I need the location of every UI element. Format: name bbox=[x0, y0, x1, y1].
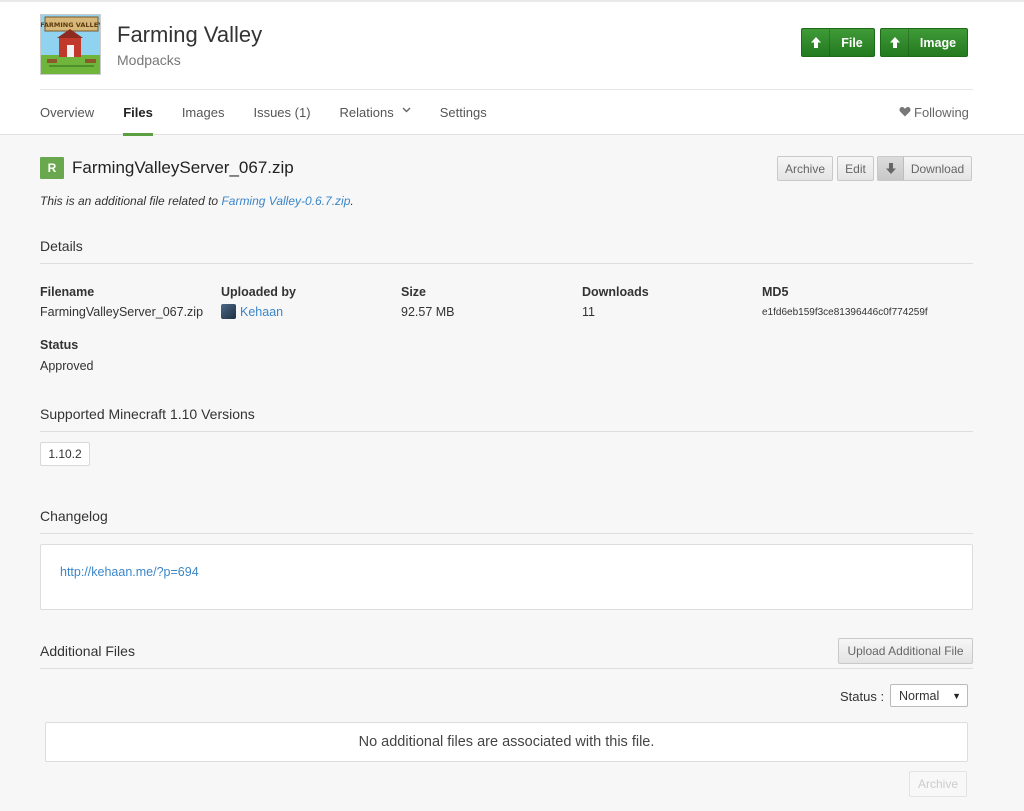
details-divider bbox=[40, 263, 973, 264]
additional-files-heading: Additional Files bbox=[40, 643, 135, 659]
status-filter-label: Status : bbox=[840, 689, 885, 704]
status-filter-select[interactable]: Normal ▼ bbox=[890, 684, 968, 707]
downloads-label: Downloads bbox=[582, 285, 649, 299]
downloads-value: 11 bbox=[582, 305, 595, 319]
tab-issues[interactable]: Issues (1) bbox=[253, 102, 310, 136]
additional-files-divider bbox=[40, 668, 973, 669]
tab-files[interactable]: Files bbox=[123, 102, 153, 136]
tab-images[interactable]: Images bbox=[182, 102, 225, 136]
caret-down-icon: ▼ bbox=[952, 690, 961, 701]
related-file-note: This is an additional file related to Fa… bbox=[40, 194, 354, 208]
uploaded-by-label: Uploaded by bbox=[221, 285, 297, 299]
following-label: Following bbox=[914, 105, 969, 120]
upload-image-label: Image bbox=[919, 35, 957, 50]
edit-button[interactable]: Edit bbox=[837, 156, 874, 181]
download-label: Download bbox=[910, 161, 965, 176]
empty-state-message: No additional files are associated with … bbox=[45, 722, 968, 762]
status-label: Status bbox=[40, 338, 79, 352]
versions-divider bbox=[40, 431, 973, 432]
md5-label: MD5 bbox=[762, 285, 789, 299]
uploader-link[interactable]: Kehaan bbox=[221, 304, 283, 319]
svg-text:FARMING VALLEY: FARMING VALLEY bbox=[41, 21, 101, 29]
project-thumbnail[interactable]: FARMING VALLEY bbox=[40, 14, 101, 75]
uploader-name: Kehaan bbox=[240, 304, 284, 319]
tab-settings[interactable]: Settings bbox=[440, 102, 487, 136]
changelog-box: http://kehaan.me/?p=694 bbox=[40, 544, 973, 610]
upload-file-button[interactable]: File bbox=[801, 28, 875, 57]
project-category[interactable]: Modpacks bbox=[117, 52, 181, 68]
filename-value: FarmingValleyServer_067.zip bbox=[40, 305, 204, 319]
upload-additional-file-button[interactable]: Upload Additional File bbox=[838, 638, 973, 664]
size-label: Size bbox=[401, 285, 427, 299]
tab-overview[interactable]: Overview bbox=[40, 102, 94, 136]
tab-relations-label: Relations bbox=[339, 105, 394, 120]
following-toggle[interactable]: Following bbox=[899, 105, 969, 120]
changelog-divider bbox=[40, 533, 973, 534]
project-title[interactable]: Farming Valley bbox=[117, 22, 262, 48]
release-type-badge: R bbox=[40, 157, 64, 179]
heart-icon bbox=[899, 105, 911, 120]
download-button[interactable]: Download bbox=[877, 156, 972, 181]
archive-button[interactable]: Archive bbox=[777, 156, 833, 181]
tab-relations[interactable]: Relations bbox=[340, 102, 411, 136]
filename-label: Filename bbox=[40, 285, 95, 299]
details-heading: Details bbox=[40, 238, 83, 254]
changelog-heading: Changelog bbox=[40, 508, 108, 524]
avatar bbox=[221, 304, 236, 319]
upload-file-label: File bbox=[841, 35, 863, 50]
version-tag: 1.10.2 bbox=[40, 442, 90, 466]
project-tabs: Overview Files Images Issues (1) Relatio… bbox=[40, 102, 516, 136]
file-name-heading: FarmingValleyServer_067.zip bbox=[72, 158, 294, 177]
archive-selected-button[interactable]: Archive bbox=[909, 771, 967, 797]
arrow-up-icon bbox=[881, 29, 909, 56]
versions-heading: Supported Minecraft 1.10 Versions bbox=[40, 406, 255, 422]
size-value: 92.57 MB bbox=[401, 305, 455, 319]
project-header: FARMING VALLEY Farming Valley Modpacks F… bbox=[0, 0, 1024, 136]
related-file-link[interactable]: Farming Valley-0.6.7.zip bbox=[221, 194, 350, 208]
header-divider bbox=[40, 89, 973, 90]
upload-image-button[interactable]: Image bbox=[880, 28, 968, 57]
arrow-up-icon bbox=[802, 29, 830, 56]
changelog-link[interactable]: http://kehaan.me/?p=694 bbox=[60, 565, 199, 579]
status-value: Approved bbox=[40, 359, 94, 373]
related-suffix: . bbox=[350, 194, 354, 208]
md5-value: e1fd6eb159f3ce81396446c0f774259f bbox=[762, 307, 928, 318]
related-prefix: This is an additional file related to bbox=[40, 194, 222, 208]
arrow-down-icon bbox=[878, 157, 904, 180]
status-filter-value: Normal bbox=[899, 688, 940, 703]
chevron-down-icon bbox=[402, 105, 411, 115]
